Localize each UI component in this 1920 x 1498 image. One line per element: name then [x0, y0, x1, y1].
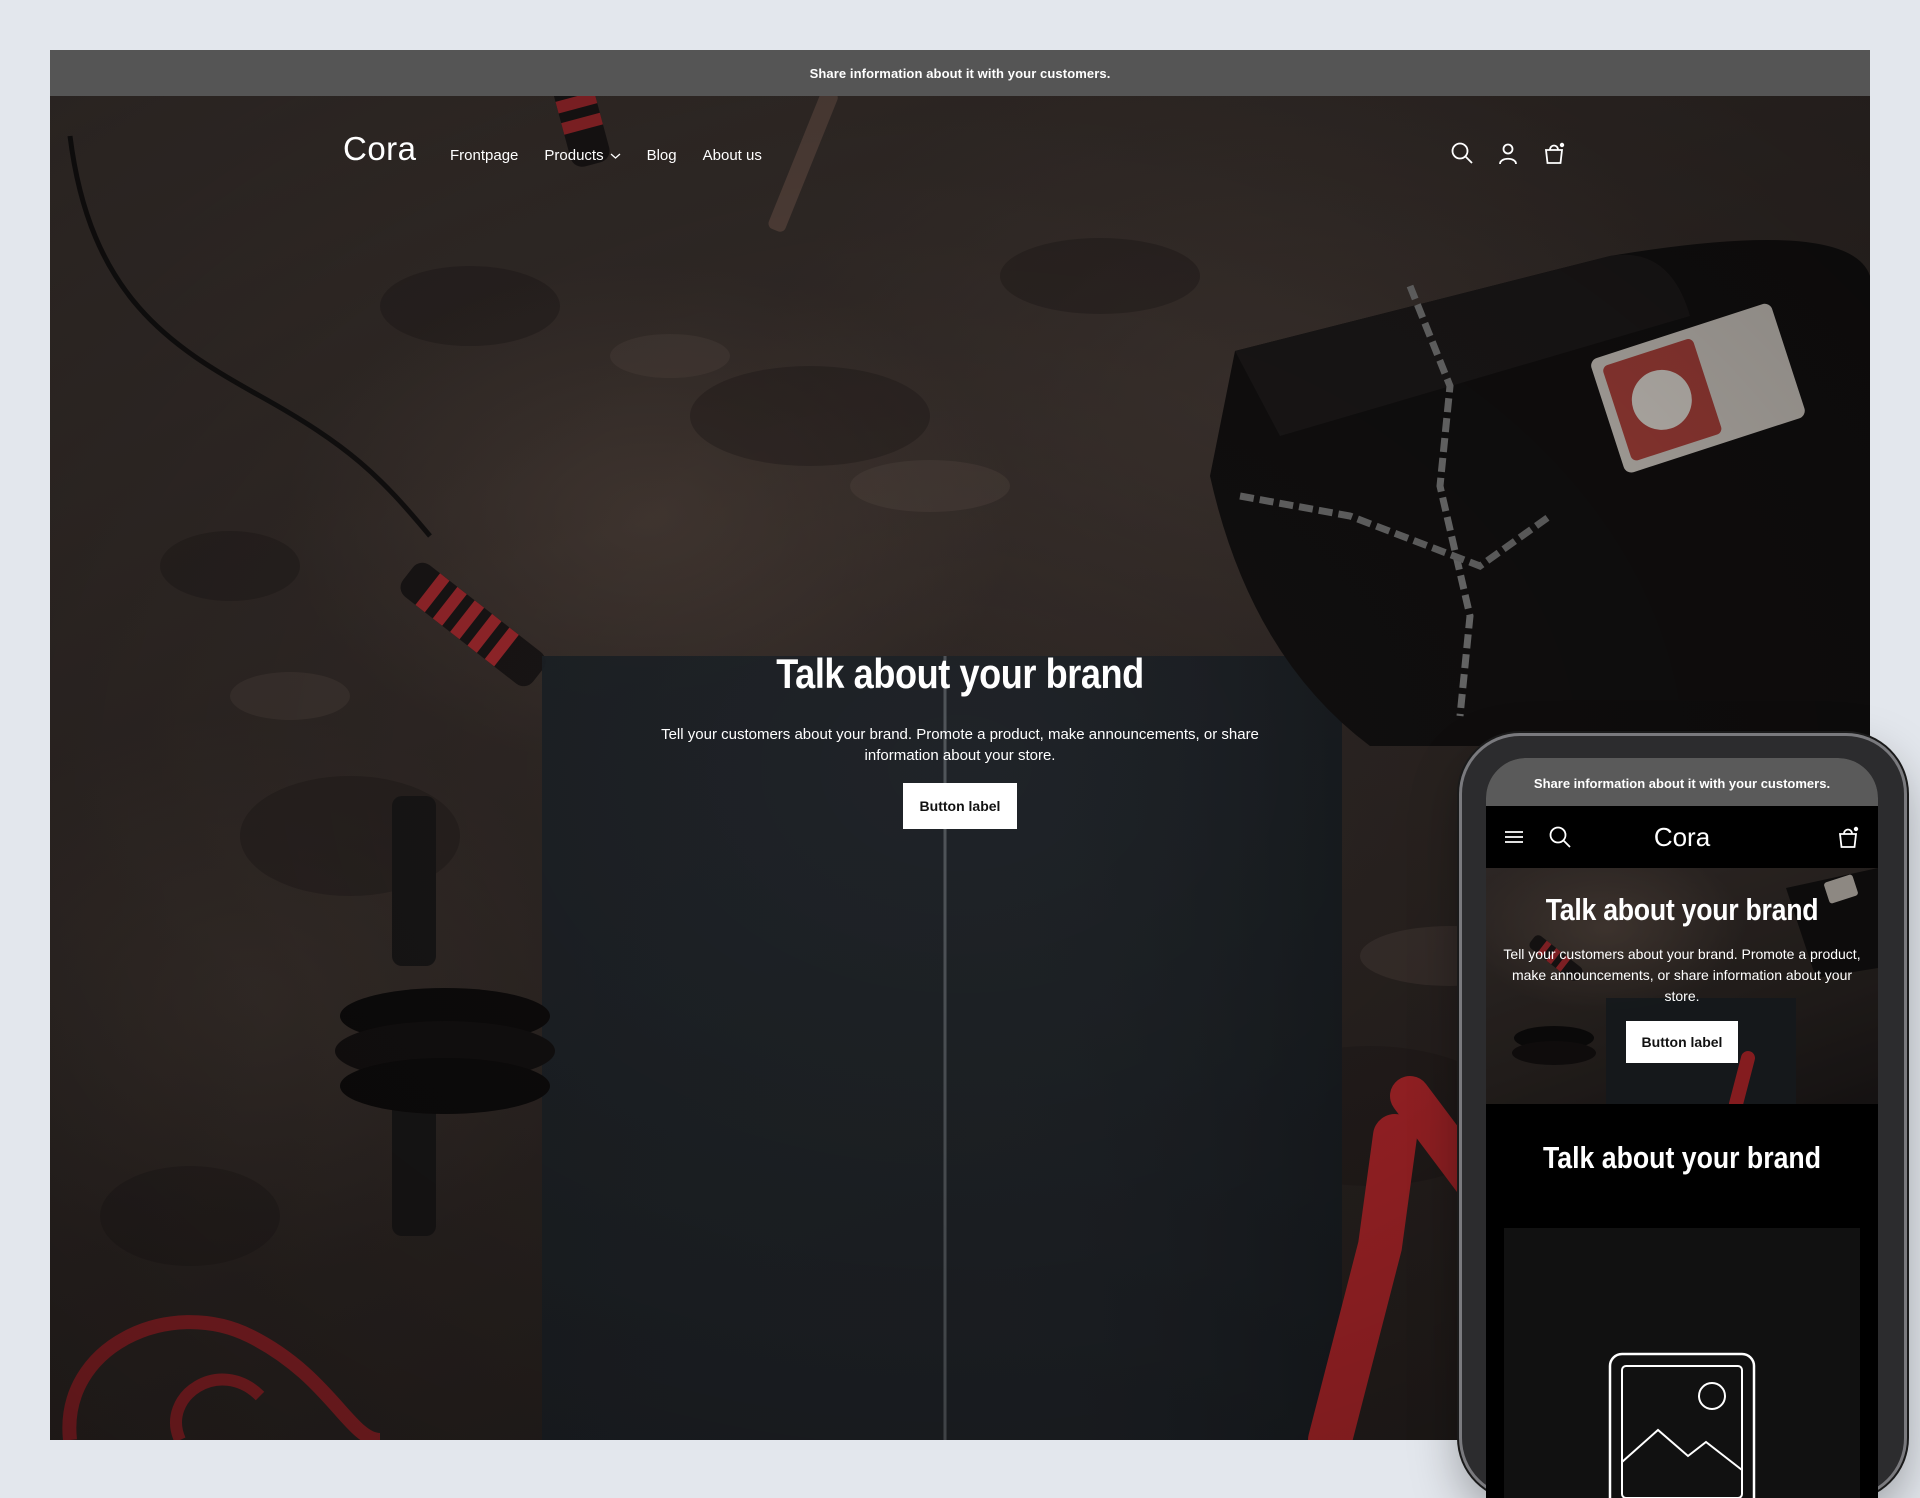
image-placeholder-icon: [1608, 1352, 1756, 1498]
mobile-header: Cora: [1486, 806, 1878, 868]
cart-icon[interactable]: [1836, 825, 1860, 849]
chevron-down-icon: [610, 153, 621, 159]
mobile-hero-button[interactable]: Button label: [1625, 1021, 1739, 1063]
mobile-announcement-bar: Share information about it with your cus…: [1486, 758, 1878, 806]
phone-screen: Share information about it with your cus…: [1486, 758, 1878, 1498]
mobile-section-title: Talk about your brand: [1543, 1140, 1821, 1175]
announcement-bar: Share information about it with your cus…: [50, 50, 1870, 96]
nav-item-label: Frontpage: [450, 147, 519, 164]
account-icon[interactable]: [1496, 141, 1520, 165]
nav-item-label: Blog: [646, 147, 677, 164]
main-nav: Frontpage Products Blog About us: [450, 147, 762, 164]
hero-button[interactable]: Button label: [902, 783, 1018, 829]
announcement-text: Share information about it with your cus…: [809, 65, 1111, 81]
mobile-hero-banner: Talk about your brand Tell your customer…: [1486, 868, 1878, 1104]
site-logo[interactable]: Cora: [343, 130, 417, 168]
cart-icon[interactable]: [1542, 141, 1566, 165]
mobile-logo[interactable]: Cora: [1486, 822, 1878, 853]
header-icons: [1450, 141, 1566, 165]
nav-item-blog[interactable]: Blog: [647, 147, 677, 164]
nav-item-label: Products: [544, 147, 604, 164]
mobile-hero-text: Tell your customers about your brand. Pr…: [1503, 946, 1861, 1004]
mobile-image-placeholder-card: [1504, 1228, 1860, 1498]
nav-item-label: About us: [702, 147, 762, 164]
mobile-hero-title: Talk about your brand: [1545, 892, 1819, 927]
nav-item-products[interactable]: Products: [544, 147, 621, 164]
search-icon[interactable]: [1450, 141, 1474, 165]
hero-title: Talk about your brand: [776, 650, 1144, 697]
nav-item-about-us[interactable]: About us: [703, 147, 762, 164]
nav-item-frontpage[interactable]: Frontpage: [450, 147, 518, 164]
mobile-preview: Share information about it with your cus…: [1462, 736, 1904, 1498]
mobile-hero-content: Talk about your brand Tell your customer…: [1486, 892, 1878, 1063]
hero-text: Tell your customers about your brand. Pr…: [661, 726, 1259, 764]
mobile-announcement-text: Share information about it with your cus…: [1533, 775, 1831, 791]
site-header: Cora Frontpage Products Blog About us: [50, 96, 1870, 206]
